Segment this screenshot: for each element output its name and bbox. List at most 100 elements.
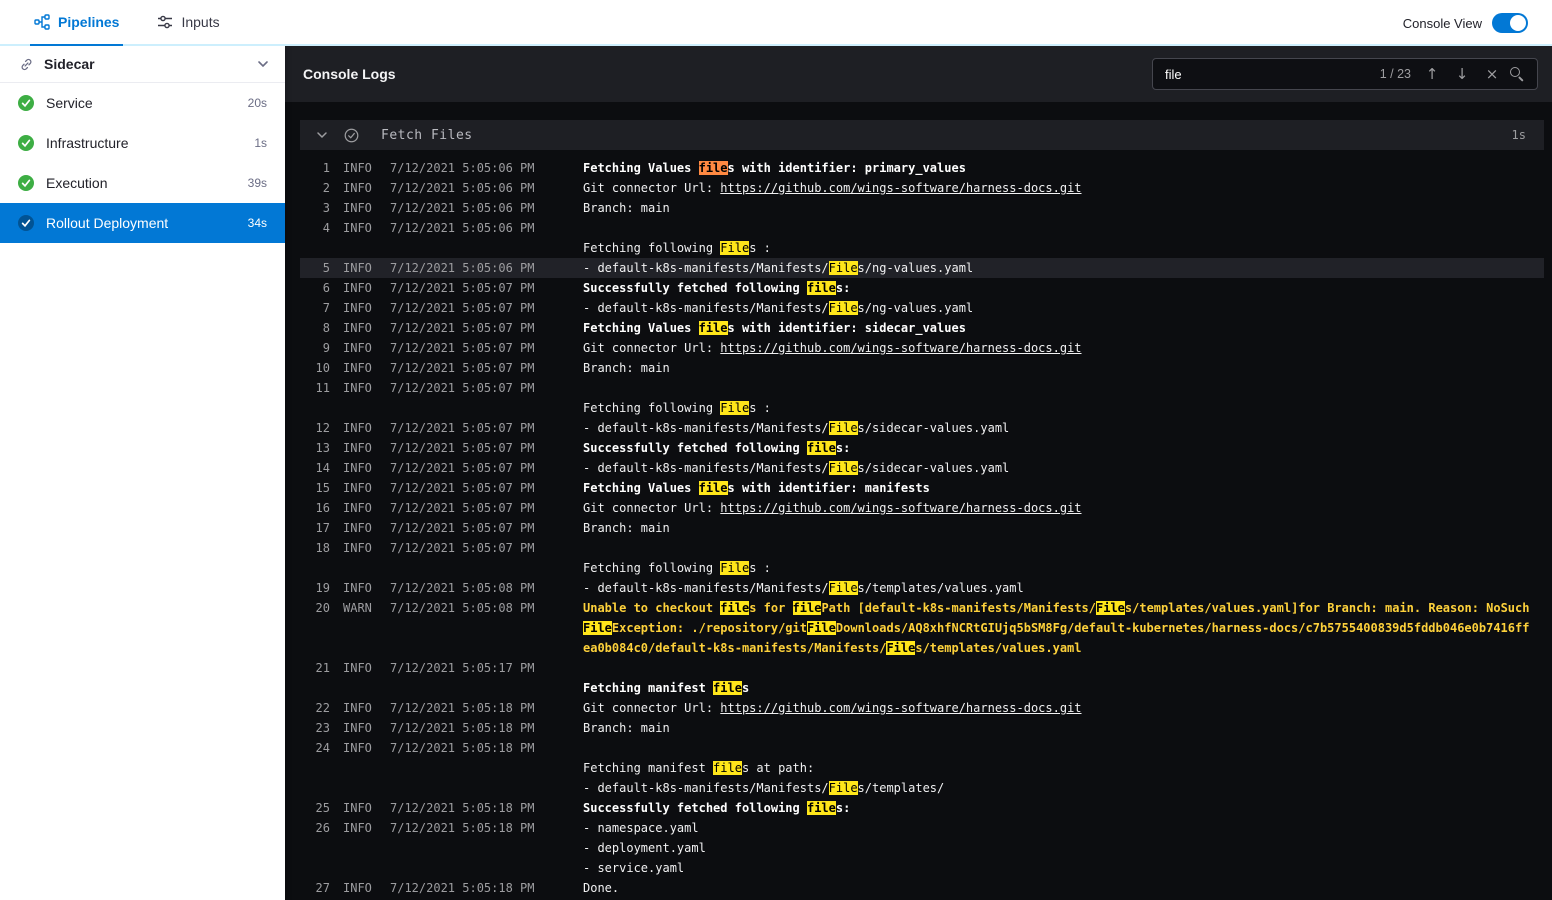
log-section-header[interactable]: Fetch Files 1s: [300, 120, 1544, 150]
log-timestamp: 7/12/2021 5:05:07 PM: [390, 281, 535, 295]
log-level: INFO: [343, 361, 372, 375]
log-timestamp: 7/12/2021 5:05:18 PM: [390, 741, 535, 755]
log-level: WARN: [343, 601, 372, 615]
section-collapse-chevron-icon[interactable]: [314, 127, 330, 143]
search-match: File: [720, 401, 750, 415]
search-match: file: [713, 681, 742, 695]
log-message: Successfully fetched following files:: [583, 281, 851, 295]
log-search-box: 1 / 23 ↑ ↓ ×: [1152, 58, 1538, 90]
log-message: Successfully fetched following files:: [583, 801, 851, 815]
log-level: INFO: [343, 441, 372, 455]
log-line-number: 25: [315, 801, 330, 815]
next-match-button[interactable]: ↓: [1447, 60, 1477, 88]
log-line-number: 20: [315, 601, 330, 615]
log-level: INFO: [343, 881, 372, 895]
log-row: 13 INFO 7/12/2021 5:05:07 PM Successfully f…: [300, 438, 1544, 458]
log-message: - default-k8s-manifests/Manifests/Files/…: [583, 581, 1024, 595]
log-timestamp: 7/12/2021 5:05:07 PM: [390, 501, 535, 515]
log-message: Unable to checkout files for filePath [d…: [583, 601, 1530, 655]
log-message: Git connector Url: https://github.com/wi…: [583, 181, 1082, 195]
stage-duration: 34s: [247, 216, 267, 230]
log-line-number: 27: [315, 881, 330, 895]
search-match: File: [1096, 601, 1125, 615]
search-match: file: [698, 481, 728, 495]
log-timestamp: 7/12/2021 5:05:07 PM: [390, 541, 535, 555]
log-line-number: 1: [322, 161, 330, 175]
log-level: INFO: [343, 421, 372, 435]
log-line-number: 7: [322, 301, 330, 315]
log-timestamp: 7/12/2021 5:05:18 PM: [390, 701, 535, 715]
search-icon[interactable]: [1509, 66, 1525, 82]
sidebar-item-service[interactable]: Service 20s: [0, 83, 285, 123]
log-link[interactable]: https://github.com/wings-software/harnes…: [720, 341, 1081, 355]
log-message: Fetching following Files :: [583, 561, 771, 575]
pipeline-header[interactable]: Sidecar: [0, 46, 285, 83]
log-line-number: 16: [315, 501, 330, 515]
log-line-number: 17: [315, 521, 330, 535]
status-success-icon: [18, 135, 34, 151]
search-input[interactable]: [1165, 66, 1372, 82]
status-success-icon: [18, 215, 34, 231]
chevron-down-icon[interactable]: [255, 56, 271, 72]
log-level: INFO: [343, 541, 372, 555]
log-message: - default-k8s-manifests/Manifests/Files/…: [583, 261, 974, 275]
log-level: INFO: [343, 581, 372, 595]
log-line-number: 23: [315, 721, 330, 735]
log-row: 25 INFO 7/12/2021 5:05:18 PM Successfully f…: [300, 798, 1544, 818]
tab-pipelines[interactable]: Pipelines: [30, 0, 124, 46]
stage-label: Infrastructure: [46, 135, 129, 151]
log-timestamp: 7/12/2021 5:05:07 PM: [390, 341, 535, 355]
search-match: File: [583, 621, 612, 635]
log-level: INFO: [343, 201, 372, 215]
stage-label: Rollout Deployment: [46, 215, 169, 231]
log-level: INFO: [343, 721, 372, 735]
log-level: INFO: [343, 461, 372, 475]
stage-label: Service: [46, 95, 93, 111]
search-match: File: [828, 581, 858, 595]
log-link[interactable]: https://github.com/wings-software/harnes…: [720, 701, 1081, 715]
console-view-toggle[interactable]: [1492, 13, 1528, 33]
log-row: 23 INFO 7/12/2021 5:05:18 PM Branch: main: [300, 718, 1544, 738]
log-row: 21 INFO 7/12/2021 5:05:17 PM Fetching mani…: [300, 658, 1544, 698]
console-body: Fetch Files 1s 1 INFO 7/12/2021 5:05:06 PM…: [285, 102, 1552, 900]
log-message: - default-k8s-manifests/Manifests/Files/…: [583, 461, 1010, 475]
log-message: Fetching Values files with identifier: s…: [583, 321, 966, 335]
sidebar-item-execution[interactable]: Execution 39s: [0, 163, 285, 203]
log-timestamp: 7/12/2021 5:05:07 PM: [390, 521, 535, 535]
clear-search-button[interactable]: ×: [1477, 60, 1507, 88]
pipeline-name: Sidecar: [44, 56, 95, 72]
console-view-label: Console View: [1402, 15, 1482, 31]
log-section-title: Fetch Files: [381, 127, 473, 143]
previous-match-button[interactable]: ↑: [1417, 60, 1447, 88]
log-line-number: 14: [315, 461, 330, 475]
sidebar-item-infrastructure[interactable]: Infrastructure 1s: [0, 123, 285, 163]
log-link[interactable]: https://github.com/wings-software/harnes…: [720, 501, 1081, 515]
log-row: 15 INFO 7/12/2021 5:05:07 PM Fetching Value…: [300, 478, 1544, 498]
tab-inputs-label: Inputs: [181, 14, 220, 30]
status-success-icon: [18, 95, 34, 111]
log-row: 2 INFO 7/12/2021 5:05:06 PM Git connector U…: [300, 178, 1544, 198]
stage-label: Execution: [46, 175, 108, 191]
status-success-icon: [18, 175, 34, 191]
log-link[interactable]: https://github.com/wings-software/harnes…: [720, 181, 1081, 195]
log-line-number: 22: [315, 701, 330, 715]
search-match: File: [720, 241, 750, 255]
log-message: - default-k8s-manifests/Manifests/Files/…: [583, 301, 974, 315]
search-match: File: [886, 641, 916, 655]
log-line-number: 11: [315, 381, 330, 395]
tab-inputs[interactable]: Inputs: [153, 0, 223, 46]
log-level: INFO: [343, 161, 372, 175]
section-success-icon: [343, 127, 359, 143]
log-level: INFO: [343, 321, 372, 335]
log-message: - default-k8s-manifests/Manifests/Files/…: [583, 421, 1010, 435]
console-panel: Console Logs 1 / 23 ↑ ↓ × Fetch Files 1s…: [285, 46, 1552, 900]
search-match-current: file: [698, 161, 728, 175]
log-line-number: 18: [315, 541, 330, 555]
log-timestamp: 7/12/2021 5:05:18 PM: [390, 821, 535, 835]
log-row: 12 INFO 7/12/2021 5:05:07 PM - default-k8s-…: [300, 418, 1544, 438]
log-level: INFO: [343, 801, 372, 815]
sidebar-item-rollout-deployment[interactable]: Rollout Deployment 34s: [0, 203, 285, 243]
log-line-number: 10: [315, 361, 330, 375]
log-timestamp: 7/12/2021 5:05:06 PM: [390, 181, 535, 195]
